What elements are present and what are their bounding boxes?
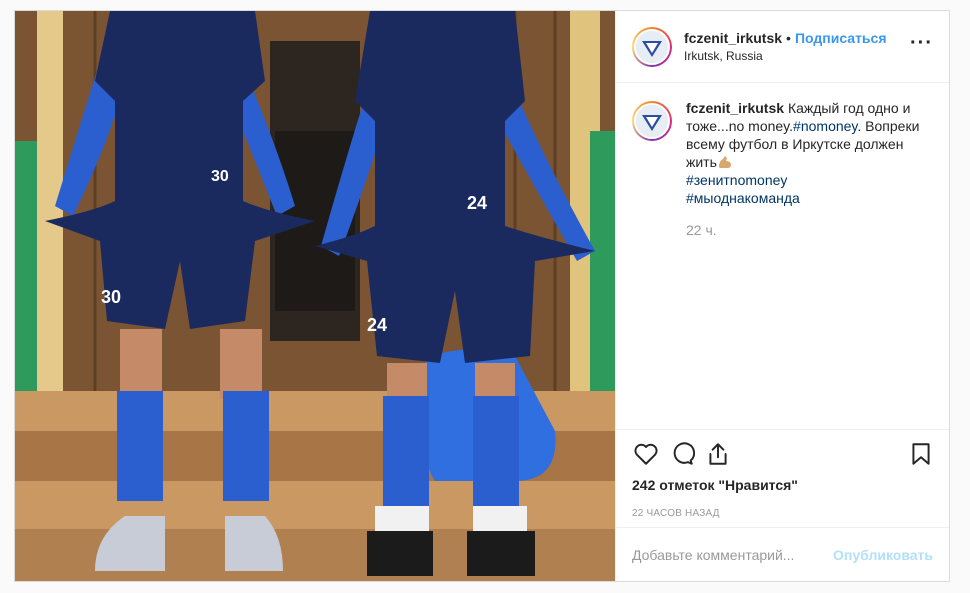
comment-input[interactable] [632,546,822,563]
comment-icon [673,441,695,465]
publish-button[interactable]: Опубликовать [833,547,933,563]
right-shorts-number: 24 [367,315,387,335]
comment-button[interactable] [664,436,700,472]
action-bar [616,429,949,477]
likes-count[interactable]: 242 отметок "Нравится" [616,477,949,499]
caption-username[interactable]: fczenit_irkutsk [686,100,784,116]
follow-button[interactable]: Подписаться [795,30,887,46]
like-button[interactable] [628,436,664,472]
left-shorts-number: 30 [101,287,121,307]
add-comment-bar: Опубликовать [616,527,949,581]
location-link[interactable]: Irkutsk, Russia [684,49,887,63]
share-icon [709,442,727,465]
username-link[interactable]: fczenit_irkutsk [684,30,782,46]
heart-icon [634,443,658,465]
hashtag-zenit-nomoney[interactable]: #зенитnomoney [686,171,926,189]
caption-avatar[interactable] [632,101,672,141]
share-button[interactable] [700,436,736,472]
photo-illustration: 30 30 24 24 [15,11,615,581]
caption-text: fczenit_irkutsk Каждый год одно и тоже..… [686,99,926,413]
flexed-biceps-emoji-icon [717,155,733,169]
hashtag-myodnakomanda[interactable]: #мыоднакоманда [686,189,926,207]
save-button[interactable] [903,436,939,472]
caption-timestamp: 22 ч. [686,222,717,238]
right-jersey-number: 24 [467,193,487,213]
bookmark-icon [912,442,930,465]
avatar[interactable] [632,26,672,67]
caption-area: fczenit_irkutsk Каждый год одно и тоже..… [616,83,949,429]
more-options-icon[interactable]: ··· [910,33,933,53]
post-side-panel: fczenit_irkutsk • Подписаться Irkutsk, R… [615,11,949,581]
club-logo-icon [634,103,670,139]
separator-dot: • [786,30,791,46]
post-photo[interactable]: 30 30 24 24 [15,11,615,581]
post-header: fczenit_irkutsk • Подписаться Irkutsk, R… [616,11,949,83]
left-jersey-number: 30 [211,168,229,185]
club-logo-icon [634,28,670,65]
post-time-ago: 22 ЧАСОВ НАЗАД [632,507,720,519]
instagram-post: 30 30 24 24 fczenit_irkutsk • Подписатьс… [14,10,950,582]
hashtag-nomoney[interactable]: #nomoney [793,118,857,134]
